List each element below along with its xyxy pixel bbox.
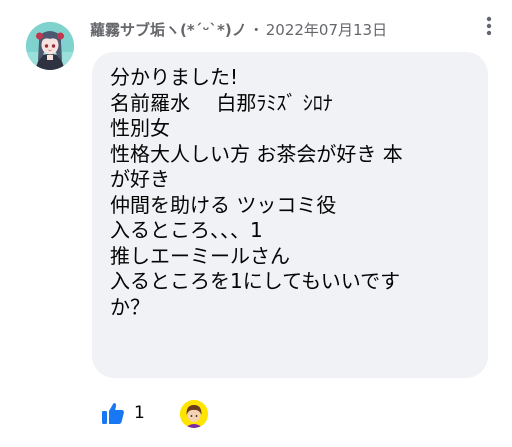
reaction-bar: 1: [100, 396, 145, 430]
comment-line: 性格大人しい方 お茶会が好き 本: [110, 141, 403, 166]
comment-line: が好き: [110, 167, 170, 191]
comment-card: 蘿霧サブ垢ヽ(*´ᵕ`*)ノ ・ 2022年07月13日 分かりました! 名前羅…: [0, 0, 512, 447]
reactor-avatar[interactable]: [180, 400, 208, 428]
header-separator: ・: [248, 20, 264, 39]
more-options-icon[interactable]: [482, 14, 496, 38]
author-name[interactable]: 蘿霧サブ垢ヽ(*´ᵕ`*)ノ: [90, 19, 247, 40]
comment-date[interactable]: 2022年07月13日: [266, 19, 387, 40]
author-avatar[interactable]: [26, 22, 74, 70]
comment-header: 蘿霧サブ垢ヽ(*´ᵕ`*)ノ ・ 2022年07月13日: [90, 16, 472, 42]
comment-line: 入るところを1にしてもいいです: [110, 269, 401, 293]
comment-line: 性別女: [110, 116, 170, 140]
comment-line: 推しエーミールさん: [110, 243, 290, 268]
avatar-illustration: [26, 22, 74, 70]
comment-line: 名前羅水 白那ﾗﾐｽﾞ ｼﾛﾅ: [110, 90, 333, 115]
comment-line: 仲間を助ける ツッコミ役: [110, 192, 337, 217]
like-count[interactable]: 1: [134, 403, 145, 423]
comment-bubble: 分かりました! 名前羅水 白那ﾗﾐｽﾞ ｼﾛﾅ 性別女 性格大人しい方 お茶会が…: [92, 52, 488, 378]
thumbs-up-icon[interactable]: [100, 400, 126, 426]
comment-line: 分かりました!: [110, 65, 239, 89]
comment-line: 入るところ、、、1: [110, 218, 263, 242]
comment-line: か？: [110, 294, 150, 319]
reactor-avatar-illustration: [180, 400, 208, 428]
